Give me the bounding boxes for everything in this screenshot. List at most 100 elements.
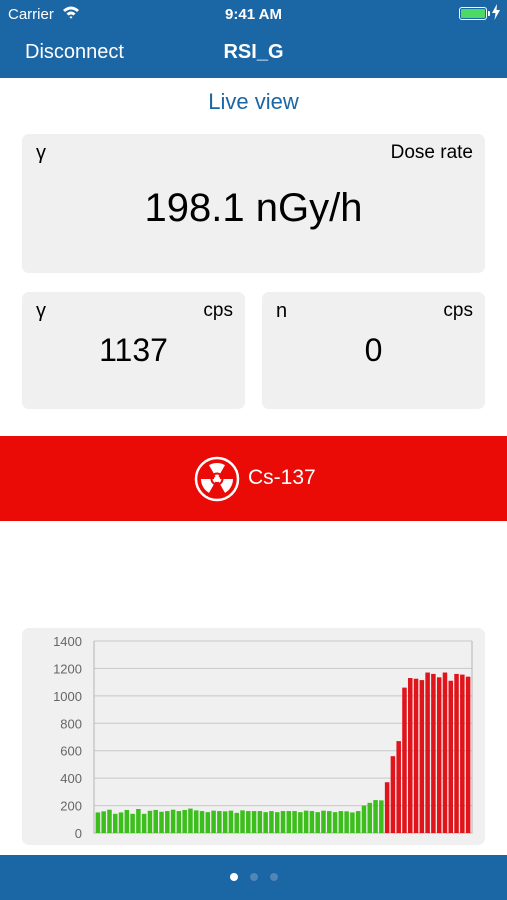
dose-rate-label: Dose rate	[390, 142, 473, 163]
spectrum-chart: 0 200 400 600 800 1000 1200 1400	[22, 628, 485, 845]
battery-icon	[459, 7, 490, 20]
clock: 9:41 AM	[225, 6, 282, 23]
chart-bar	[153, 809, 158, 833]
page-dot-3[interactable]	[270, 873, 278, 881]
chart-bar	[408, 678, 413, 833]
chart-bar	[321, 810, 326, 833]
chart-bar	[274, 812, 280, 833]
chart-bar	[280, 811, 286, 833]
chart-bar	[431, 673, 436, 833]
neutron-cps-value: 0	[364, 332, 383, 368]
nav-title: RSI_G	[223, 41, 284, 63]
chart-bar	[165, 811, 170, 833]
chart-bar	[176, 811, 182, 833]
chart-bar	[246, 811, 251, 833]
page-dot-1[interactable]	[230, 873, 238, 881]
chart-bar	[332, 812, 338, 833]
gamma-cps-card: γ cps 1137	[22, 292, 245, 409]
chart-bar	[234, 812, 239, 833]
chart-bar	[141, 813, 147, 833]
chart-bar	[436, 677, 442, 833]
chart-bar	[228, 810, 234, 833]
chart-bar	[130, 813, 135, 833]
y-tick-label: 600	[60, 744, 82, 759]
chart-bar	[193, 810, 199, 833]
chart-bar	[251, 811, 257, 833]
chart-bar	[303, 810, 309, 833]
chart-bar	[182, 809, 187, 833]
chart-bar	[454, 673, 459, 833]
chart-bar	[112, 813, 118, 833]
neutron-cps-card: n cps 0	[262, 292, 485, 409]
chart-bar	[419, 680, 425, 833]
chart-bar	[396, 741, 401, 833]
chart-bar	[442, 672, 448, 833]
chart-bar	[211, 810, 216, 833]
section-title: Live view	[208, 89, 299, 114]
status-bar: Carrier 9:41 AM	[0, 0, 507, 28]
chart-bar	[188, 808, 193, 833]
chart-bar	[355, 811, 361, 833]
chart-bar	[159, 811, 164, 833]
chart-bar	[402, 687, 407, 833]
cps-unit-label: cps	[203, 300, 233, 321]
chart-bar	[413, 678, 419, 833]
chart-bar	[425, 672, 430, 833]
chart-bar	[338, 811, 344, 833]
cps-unit-label: cps	[443, 300, 473, 321]
chart-bar	[298, 812, 303, 833]
y-tick-label: 400	[60, 771, 82, 786]
chart-bar	[350, 812, 355, 833]
isotope-alarm-banner[interactable]: Cs-137	[0, 436, 507, 521]
isotope-label: Cs-137	[248, 466, 316, 489]
neutron-symbol: n	[276, 300, 288, 322]
chart-bar	[118, 812, 124, 833]
dose-rate-card: γ Dose rate 198.1 nGy/h	[22, 134, 485, 273]
chart-bar	[147, 810, 153, 833]
y-tick-label: 1400	[53, 634, 82, 649]
y-tick-label: 1000	[53, 689, 82, 704]
radiation-icon	[194, 456, 240, 502]
gamma-symbol: γ	[36, 300, 46, 322]
y-tick-label: 200	[60, 799, 82, 814]
chart-bar	[344, 811, 349, 833]
chart-bar	[136, 809, 141, 833]
dose-rate-value: 198.1 nGy/h	[144, 186, 363, 230]
chart-bar	[367, 802, 373, 833]
chart-bar	[269, 811, 274, 833]
chart-bar	[205, 812, 211, 833]
chart-bar	[292, 811, 297, 833]
chart-bar	[460, 674, 465, 833]
chart-bar	[101, 811, 106, 833]
chart-bar	[465, 676, 471, 833]
chart-bar	[222, 811, 228, 833]
chart-bar	[327, 811, 332, 833]
page-dot-2[interactable]	[250, 873, 258, 881]
chart-bar	[315, 812, 320, 833]
chart-bar	[107, 809, 112, 833]
chart-bar	[240, 810, 245, 833]
page-control-bar	[0, 855, 507, 900]
chart-bar	[217, 811, 222, 833]
chart-bar	[170, 809, 176, 833]
chart-bar	[309, 811, 315, 833]
chart-bar	[124, 809, 130, 833]
chart-bar	[263, 812, 268, 833]
chart-bar	[373, 800, 378, 833]
chart-bar	[257, 811, 263, 833]
gamma-cps-value: 1137	[99, 332, 168, 368]
y-tick-label: 800	[60, 716, 82, 731]
gamma-symbol: γ	[36, 142, 46, 164]
chart-svg: 0 200 400 600 800 1000 1200 1400	[53, 634, 473, 841]
y-tick-label: 1200	[53, 661, 82, 676]
navigation-bar: Disconnect RSI_G	[0, 28, 507, 78]
chart-bar	[199, 811, 205, 833]
chart-bar	[390, 756, 396, 833]
chart-bar	[379, 800, 384, 833]
y-tick-label: 0	[75, 826, 82, 841]
chart-bar	[361, 805, 367, 833]
chart-bar	[95, 812, 101, 833]
chart-bar	[448, 680, 454, 833]
chart-bar	[384, 782, 390, 833]
chart-bar	[286, 811, 292, 833]
